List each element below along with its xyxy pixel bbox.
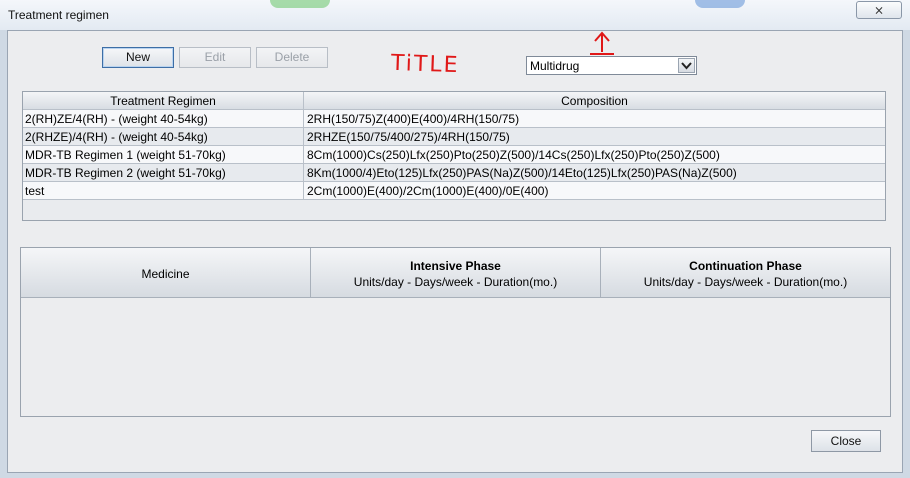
column-header-label: Intensive Phase bbox=[410, 259, 501, 273]
regimen-name: test bbox=[23, 182, 304, 200]
regimen-name: 2(RH)ZE/4(RH) - (weight 40-54kg) bbox=[23, 110, 304, 128]
table-header: Medicine Intensive Phase Units/day - Day… bbox=[21, 248, 890, 298]
table-row[interactable]: 2(RHZE)/4(RH) - (weight 40-54kg) 2RHZE(1… bbox=[23, 128, 885, 146]
table-row[interactable]: 2(RH)ZE/4(RH) - (weight 40-54kg) 2RH(150… bbox=[23, 110, 885, 128]
select-value: Multidrug bbox=[530, 59, 580, 73]
column-header-label: Continuation Phase bbox=[689, 259, 802, 273]
column-header-composition[interactable]: Composition bbox=[304, 92, 885, 110]
decorative-glow bbox=[270, 0, 330, 8]
decorative-glow bbox=[695, 0, 745, 8]
column-header-medicine[interactable]: Medicine bbox=[21, 248, 311, 298]
window-title: Treatment regimen bbox=[8, 8, 109, 22]
table-row[interactable]: MDR-TB Regimen 1 (weight 51-70kg) 8Cm(10… bbox=[23, 146, 885, 164]
column-header-intensive-phase[interactable]: Intensive Phase Units/day - Days/week - … bbox=[311, 248, 601, 298]
table-row[interactable]: MDR-TB Regimen 2 (weight 51-70kg) 8Km(10… bbox=[23, 164, 885, 182]
table-header: Treatment Regimen Composition bbox=[23, 92, 885, 110]
chevron-down-icon[interactable] bbox=[678, 58, 695, 73]
regimen-type-select[interactable]: Multidrug bbox=[526, 56, 697, 75]
medicine-table[interactable]: Medicine Intensive Phase Units/day - Day… bbox=[20, 247, 891, 417]
regimen-name: MDR-TB Regimen 1 (weight 51-70kg) bbox=[23, 146, 304, 164]
close-button[interactable]: Close bbox=[811, 430, 881, 452]
column-header-regimen[interactable]: Treatment Regimen bbox=[23, 92, 304, 110]
regimen-table[interactable]: Treatment Regimen Composition 2(RH)ZE/4(… bbox=[22, 91, 886, 221]
edit-button[interactable]: Edit bbox=[179, 47, 251, 68]
regimen-composition: 8Km(1000/4)Eto(125)Lfx(250)PAS(Na)Z(500)… bbox=[307, 166, 737, 180]
column-header-continuation-phase[interactable]: Continuation Phase Units/day - Days/week… bbox=[601, 248, 890, 298]
column-header-label: Medicine bbox=[141, 267, 190, 281]
window-close-icon[interactable]: ⨯ bbox=[856, 1, 902, 19]
regimen-composition: 2RH(150/75)Z(400)E(400)/4RH(150/75) bbox=[307, 112, 520, 126]
regimen-composition: 8Cm(1000)Cs(250)Lfx(250)Pto(250)Z(500)/1… bbox=[307, 148, 720, 162]
column-header-sublabel: Units/day - Days/week - Duration(mo.) bbox=[353, 275, 558, 289]
window-titlebar[interactable]: Treatment regimen ⨯ bbox=[0, 0, 910, 30]
annotation-arrow-icon bbox=[590, 31, 614, 55]
delete-button[interactable]: Delete bbox=[256, 47, 328, 68]
regimen-composition: 2Cm(1000)E(400)/2Cm(1000)E(400)/0E(400) bbox=[307, 184, 549, 198]
new-button[interactable]: New bbox=[102, 47, 174, 68]
table-row[interactable]: test 2Cm(1000)E(400)/2Cm(1000)E(400)/0E(… bbox=[23, 182, 885, 200]
regimen-composition: 2RHZE(150/75/400/275)/4RH(150/75) bbox=[307, 130, 510, 144]
title-annotation: TiTLE bbox=[390, 50, 460, 79]
regimen-name: 2(RHZE)/4(RH) - (weight 40-54kg) bbox=[23, 128, 304, 146]
column-header-sublabel: Units/day - Days/week - Duration(mo.) bbox=[643, 275, 848, 289]
regimen-name: MDR-TB Regimen 2 (weight 51-70kg) bbox=[23, 164, 304, 182]
